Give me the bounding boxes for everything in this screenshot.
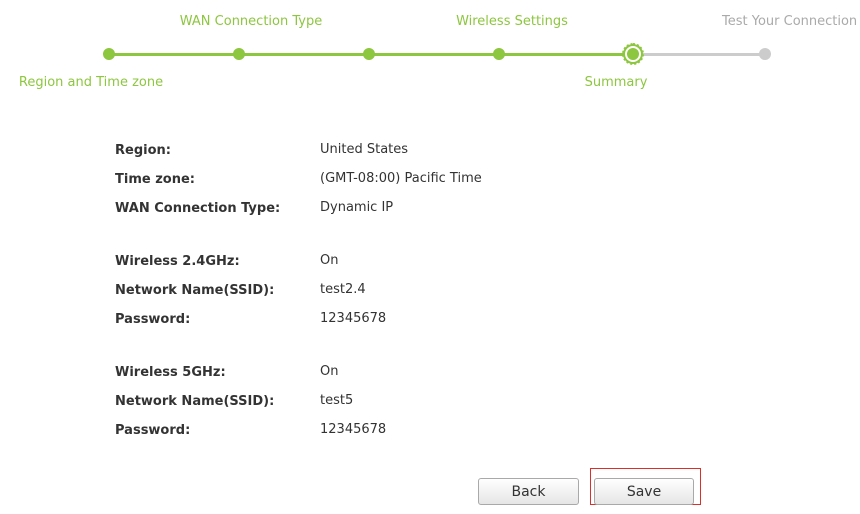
ssid-5-value: test5	[320, 393, 354, 408]
progress-track-remaining	[633, 53, 765, 56]
step-label-region: Region and Time zone	[18, 75, 164, 90]
wireless-24-label: Wireless 2.4GHz:	[115, 254, 240, 269]
wireless-5-value: On	[320, 364, 339, 379]
wan-type-label: WAN Connection Type:	[115, 201, 281, 216]
password-24-value: 12345678	[320, 311, 387, 326]
password-24-label: Password:	[115, 312, 191, 327]
password-5-label: Password:	[115, 423, 191, 438]
ssid-5-label: Network Name(SSID):	[115, 394, 275, 409]
summary-row-wireless-5: Wireless 5GHz: On	[115, 364, 715, 393]
step-node-region	[103, 48, 115, 60]
summary-row-region: Region: United States	[115, 142, 715, 171]
step-node-wan	[233, 48, 245, 60]
step-label-wan: WAN Connection Type	[179, 14, 323, 29]
timezone-label: Time zone:	[115, 172, 195, 187]
step-node-test	[759, 48, 771, 60]
summary-row-ssid-5: Network Name(SSID): test5	[115, 393, 715, 422]
summary-row-wireless-24: Wireless 2.4GHz: On	[115, 253, 715, 282]
summary-row-wan: WAN Connection Type: Dynamic IP	[115, 200, 715, 229]
step-node-wireless	[493, 48, 505, 60]
summary-panel: Region: United States Time zone: (GMT-08…	[115, 142, 715, 451]
timezone-value: (GMT-08:00) Pacific Time	[320, 171, 482, 186]
step-node-summary	[622, 43, 644, 65]
back-button[interactable]: Back	[478, 478, 579, 505]
summary-row-timezone: Time zone: (GMT-08:00) Pacific Time	[115, 171, 715, 200]
ssid-24-label: Network Name(SSID):	[115, 283, 275, 298]
region-label: Region:	[115, 143, 171, 158]
password-5-value: 12345678	[320, 422, 387, 437]
region-value: United States	[320, 142, 409, 157]
wireless-5-label: Wireless 5GHz:	[115, 365, 226, 380]
ssid-24-value: test2.4	[320, 282, 366, 297]
step-label-test: Test Your Connection	[722, 14, 858, 29]
wizard-stepper: Region and Time zone WAN Connection Type…	[0, 0, 860, 100]
step-label-summary: Summary	[584, 75, 648, 90]
summary-row-password-24: Password: 12345678	[115, 311, 715, 340]
step-node-intermediate	[363, 48, 375, 60]
summary-row-ssid-24: Network Name(SSID): test2.4	[115, 282, 715, 311]
summary-row-password-5: Password: 12345678	[115, 422, 715, 451]
wan-type-value: Dynamic IP	[320, 200, 394, 215]
step-label-wireless: Wireless Settings	[456, 14, 568, 29]
save-button[interactable]: Save	[594, 478, 694, 505]
wireless-24-value: On	[320, 253, 339, 268]
